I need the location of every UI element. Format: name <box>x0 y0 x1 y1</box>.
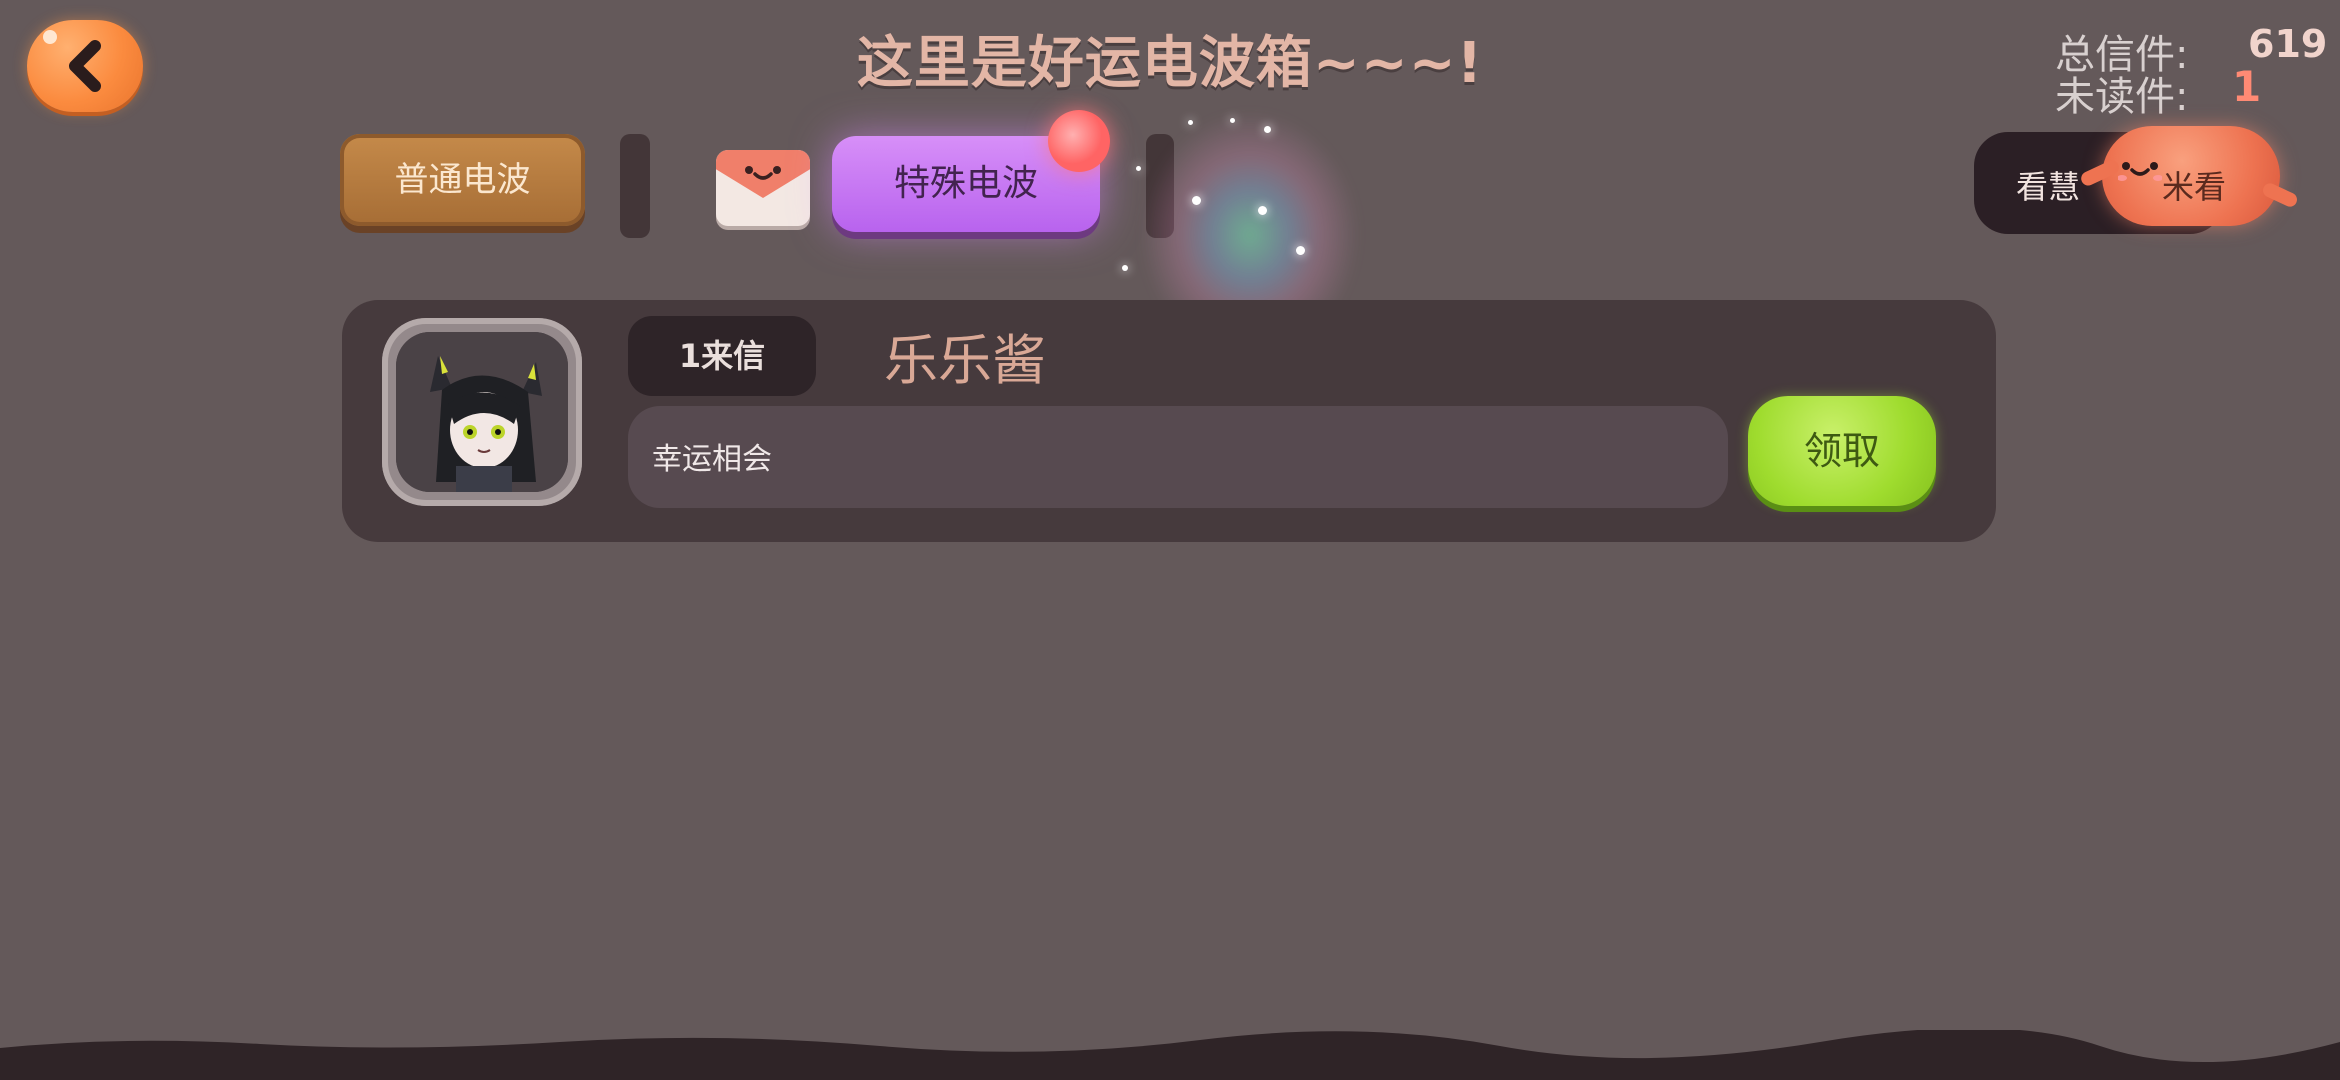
sparkle-dot <box>1264 126 1271 133</box>
unread-mail-count: 1 <box>2232 62 2262 111</box>
notification-dot <box>1048 110 1110 172</box>
sender-name: 乐乐酱 <box>884 329 1046 392</box>
envelope-icon <box>716 150 810 226</box>
mascot-arm <box>2260 181 2300 209</box>
mascot-face-icon <box>2118 162 2162 181</box>
watch-button-label: 看慧 <box>2016 168 2081 206</box>
total-mail-count: 619 <box>2248 22 2328 66</box>
sparkle-dot <box>1136 166 1141 171</box>
tab-normal-waves[interactable]: 普通电波 <box>340 134 585 226</box>
sparkle-dot <box>1188 120 1193 125</box>
message-text: 幸运相会 <box>652 442 772 477</box>
unread-mail-label: 未读件: <box>2055 74 2189 120</box>
envelope-face-icon <box>745 166 781 180</box>
claim-button[interactable]: 领取 <box>1748 396 1936 506</box>
ground-decoration <box>0 1030 2340 1080</box>
letter-count-badge: 1来信 <box>628 316 816 396</box>
message-box <box>628 406 1728 508</box>
sparkle-dot <box>1230 118 1235 123</box>
sparkle-dot <box>1192 196 1201 205</box>
page-title: 这里是好运电波箱~~~! <box>856 31 1484 96</box>
sparkle-dot <box>1122 265 1128 271</box>
sparkle-dot <box>1296 246 1305 255</box>
sender-avatar[interactable] <box>396 332 568 492</box>
anime-character-avatar <box>396 332 568 492</box>
tab-divider <box>620 134 650 238</box>
watch-button-label-right: 米看 <box>2162 168 2227 206</box>
sparkle-dot <box>1258 206 1267 215</box>
